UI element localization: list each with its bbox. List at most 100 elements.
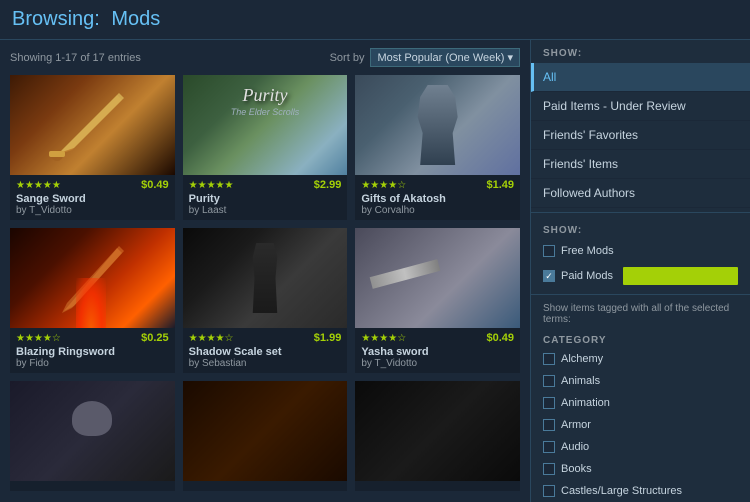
item-name: Purity [189, 193, 342, 205]
top-bar: Showing 1-17 of 17 entries Sort by Most … [10, 48, 520, 67]
paid-mods-label: Paid Mods [561, 270, 613, 282]
page-header: Browsing: Mods [0, 0, 750, 40]
item-stars: ★★★★☆ [16, 333, 61, 344]
item-author: by Corvalho [361, 205, 514, 216]
item-info: ★★★★★ $0.49 Sange Sword by T_Vidotto [10, 175, 175, 220]
show-section-label: SHOW: [531, 40, 750, 63]
show-section-label2: SHOW: [531, 217, 750, 240]
item-author: by Laast [189, 205, 342, 216]
item-price: $0.25 [141, 332, 169, 344]
category-armor[interactable]: Armor [531, 414, 750, 436]
free-mods-filter[interactable]: Free Mods [531, 240, 750, 262]
browsing-label: Browsing: [12, 8, 100, 30]
item-stars: ★★★★★ [189, 180, 234, 191]
category-animation[interactable]: Animation [531, 392, 750, 414]
item-card[interactable]: ★★★★☆ $0.49 Yasha sword by T_Vidotto [355, 228, 520, 373]
item-stars: ★★★★☆ [361, 180, 406, 191]
books-checkbox[interactable] [543, 463, 555, 475]
item-author: by Sebastian [189, 358, 342, 369]
item-info: ★★★★★ $2.99 Purity by Laast [183, 175, 348, 220]
item-info: ★★★★☆ $1.99 Shadow Scale set by Sebastia… [183, 328, 348, 373]
sort-bar: Sort by Most Popular (One Week) ▾ [330, 48, 520, 67]
item-info: ★★★★☆ $0.49 Yasha sword by T_Vidotto [355, 328, 520, 373]
sort-dropdown[interactable]: Most Popular (One Week) ▾ [370, 48, 520, 67]
main-layout: Showing 1-17 of 17 entries Sort by Most … [0, 40, 750, 502]
category-header: CATEGORY [531, 329, 750, 348]
item-thumbnail [183, 381, 348, 481]
item-card[interactable]: Purity The Elder Scrolls ★★★★★ $2.99 Pur… [183, 75, 348, 220]
item-name: Shadow Scale set [189, 346, 342, 358]
item-card[interactable]: ★★★★☆ $1.99 Shadow Scale set by Sebastia… [183, 228, 348, 373]
filter-followed-authors[interactable]: Followed Authors [531, 179, 750, 208]
filter-paid-under-review[interactable]: Paid Items - Under Review [531, 92, 750, 121]
sort-label: Sort by [330, 52, 365, 64]
item-card[interactable] [355, 381, 520, 491]
audio-checkbox[interactable] [543, 441, 555, 453]
category-audio[interactable]: Audio [531, 436, 750, 458]
category-castles[interactable]: Castles/Large Structures [531, 480, 750, 502]
alchemy-checkbox[interactable] [543, 353, 555, 365]
item-thumbnail [355, 75, 520, 175]
free-mods-label: Free Mods [561, 245, 614, 257]
paid-mods-filter[interactable]: Paid Mods [531, 262, 750, 290]
item-card[interactable] [10, 381, 175, 491]
item-stars: ★★★★☆ [189, 333, 234, 344]
item-name: Yasha sword [361, 346, 514, 358]
item-stars: ★★★★★ [16, 180, 61, 191]
item-thumbnail [183, 228, 348, 328]
sidebar-divider2 [531, 294, 750, 295]
item-thumbnail [355, 228, 520, 328]
free-mods-checkbox[interactable] [543, 245, 555, 257]
item-info: ★★★★☆ $0.25 Blazing Ringsword by Fido [10, 328, 175, 373]
animals-checkbox[interactable] [543, 375, 555, 387]
item-card[interactable]: ★★★★☆ $0.25 Blazing Ringsword by Fido [10, 228, 175, 373]
filter-all[interactable]: All [531, 63, 750, 92]
item-thumbnail [355, 381, 520, 481]
item-name: Sange Sword [16, 193, 169, 205]
item-author: by T_Vidotto [361, 358, 514, 369]
item-author: by Fido [16, 358, 169, 369]
category-alchemy[interactable]: Alchemy [531, 348, 750, 370]
sidebar: SHOW: All Paid Items - Under Review Frie… [530, 40, 750, 502]
item-name: Gifts of Akatosh [361, 193, 514, 205]
sidebar-note: Show items tagged with all of the select… [531, 299, 750, 329]
filter-friends-favorites[interactable]: Friends' Favorites [531, 121, 750, 150]
sidebar-divider [531, 212, 750, 213]
skull-shape [72, 401, 112, 436]
category-label: Mods [111, 8, 160, 30]
content-area: Showing 1-17 of 17 entries Sort by Most … [0, 40, 530, 502]
sange-sword-art [37, 75, 147, 175]
item-thumbnail [10, 381, 175, 481]
item-stars: ★★★★☆ [361, 333, 406, 344]
category-books[interactable]: Books [531, 458, 750, 480]
category-animals[interactable]: Animals [531, 370, 750, 392]
shadow-figure [247, 243, 282, 313]
sort-value: Most Popular (One Week) ▾ [377, 51, 513, 64]
entries-count: Showing 1-17 of 17 entries [10, 52, 141, 64]
armor-checkbox[interactable] [543, 419, 555, 431]
item-thumbnail [10, 75, 175, 175]
item-thumbnail: Purity The Elder Scrolls [183, 75, 348, 175]
page-title: Browsing: Mods [12, 8, 738, 31]
item-card[interactable]: ★★★★☆ $1.49 Gifts of Akatosh by Corvalho [355, 75, 520, 220]
animation-checkbox[interactable] [543, 397, 555, 409]
item-price: $1.49 [486, 179, 514, 191]
item-card[interactable] [183, 381, 348, 491]
item-author: by T_Vidotto [16, 205, 169, 216]
item-price: $1.99 [314, 332, 342, 344]
item-price: $0.49 [141, 179, 169, 191]
filter-friends-items[interactable]: Friends' Items [531, 150, 750, 179]
paid-mods-bar-fill [623, 267, 738, 285]
item-info: ★★★★☆ $1.49 Gifts of Akatosh by Corvalho [355, 175, 520, 220]
character-silhouette [413, 85, 463, 165]
items-grid: ★★★★★ $0.49 Sange Sword by T_Vidotto Pur… [10, 75, 520, 491]
paid-mods-checkbox[interactable] [543, 270, 555, 282]
item-card[interactable]: ★★★★★ $0.49 Sange Sword by T_Vidotto [10, 75, 175, 220]
item-price: $0.49 [486, 332, 514, 344]
item-price: $2.99 [314, 179, 342, 191]
castles-checkbox[interactable] [543, 485, 555, 497]
item-info [10, 481, 175, 491]
item-name: Blazing Ringsword [16, 346, 169, 358]
item-thumbnail [10, 228, 175, 328]
yasha-blade [370, 259, 441, 289]
